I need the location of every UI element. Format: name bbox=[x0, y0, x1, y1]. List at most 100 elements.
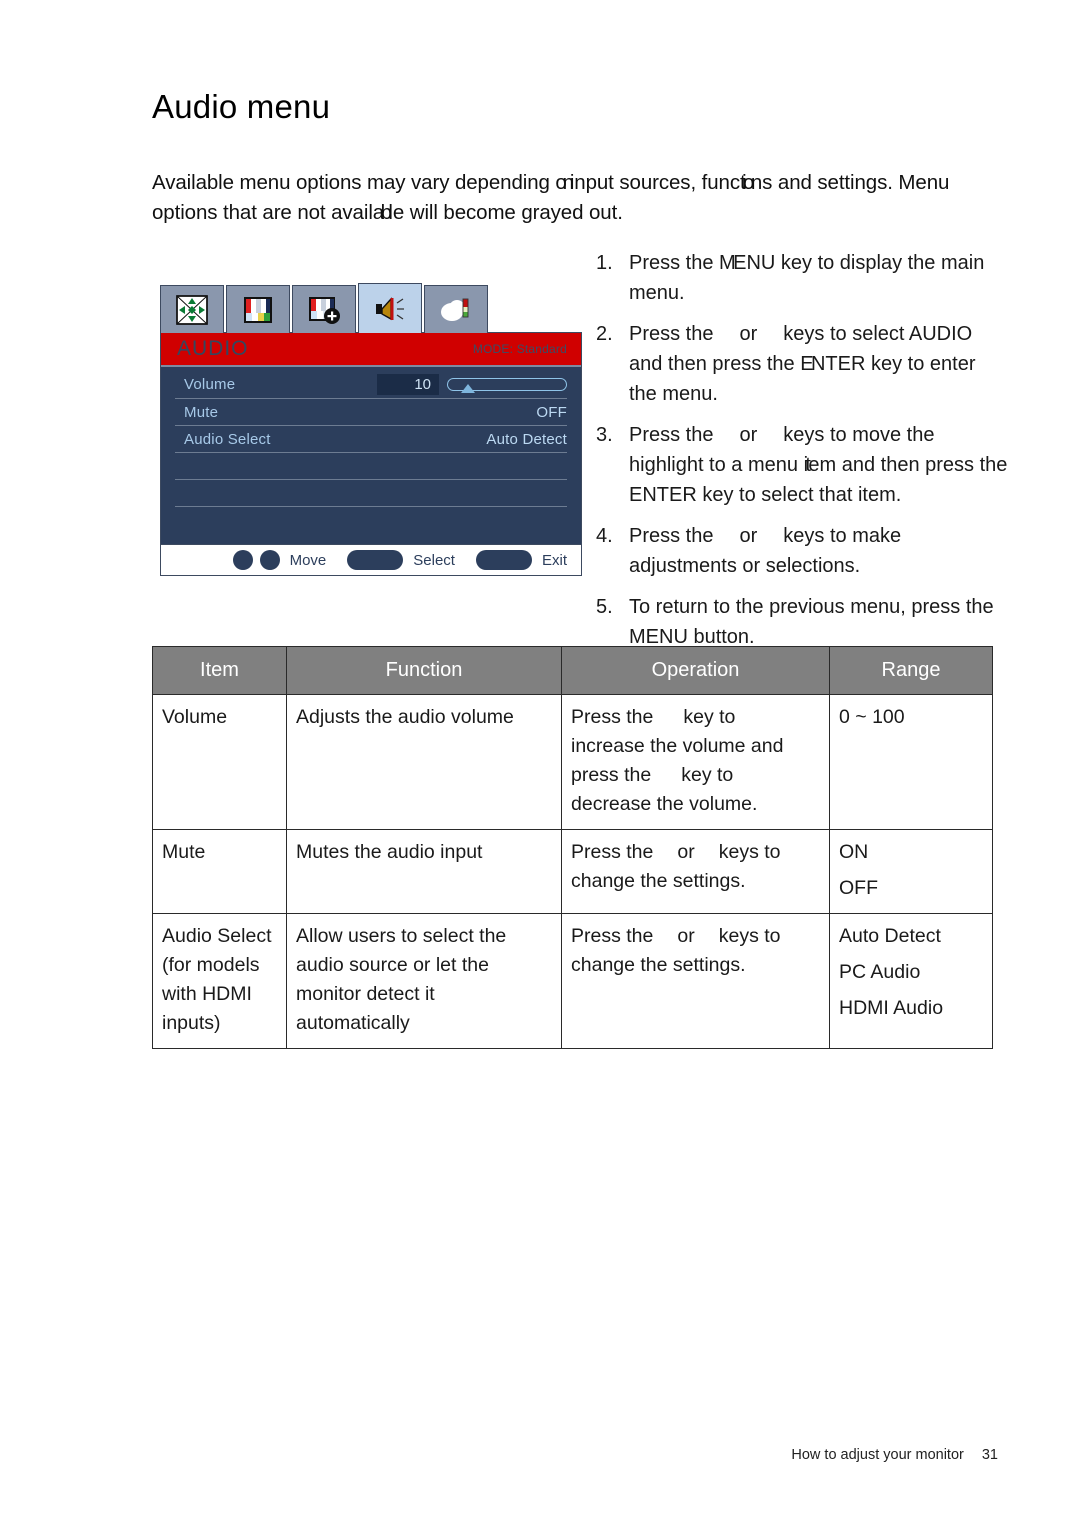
cell-operation-audio-select: Press the or keys to change the settings. bbox=[561, 913, 830, 1049]
page-footer: How to adjust your monitor 31 bbox=[0, 1447, 1080, 1463]
step-number: 5. bbox=[596, 596, 613, 618]
select-button-icon[interactable] bbox=[347, 550, 404, 570]
step-text-part: or bbox=[739, 323, 758, 345]
step-item: 5. To return to the previous menu, press… bbox=[596, 592, 1008, 652]
operation-text: press the bbox=[571, 764, 652, 786]
osd-row-empty bbox=[175, 480, 567, 507]
range-value: HDMI Audio bbox=[839, 997, 944, 1019]
cell-function-volume: Adjusts the audio volume bbox=[286, 694, 562, 830]
table-row: Audio Select (for models with HDMI input… bbox=[152, 913, 993, 1049]
intro-part-4: tio bbox=[739, 171, 754, 194]
step-number: 1. bbox=[596, 252, 613, 274]
intro-part-7: ab bbox=[372, 201, 392, 224]
cell-item-audio-select: Audio Select (for models with HDMI input… bbox=[152, 913, 287, 1049]
osd-item-list: Volume 10 Mute OFF Audio Select Auto Det… bbox=[161, 367, 581, 544]
operation-text: keys to bbox=[718, 841, 781, 863]
osd-tab-display[interactable] bbox=[160, 285, 224, 333]
step-item: 1. Press the MENU key to display the mai… bbox=[596, 248, 1008, 308]
step-text-part: or bbox=[739, 525, 758, 547]
range-value: OFF bbox=[839, 877, 878, 899]
step-text-part: E bbox=[800, 353, 813, 375]
cell-operation-volume: Press the key to increase the volume and … bbox=[561, 694, 830, 830]
osd-volume-control[interactable]: 10 bbox=[377, 374, 567, 395]
column-header-item: Item bbox=[152, 646, 287, 695]
intro-part-3: input sources, func bbox=[569, 171, 740, 194]
osd-label-mute: Mute bbox=[184, 403, 219, 421]
osd-tab-audio[interactable] bbox=[358, 283, 422, 333]
cell-item-mute: Mute bbox=[152, 829, 287, 914]
exit-button-icon[interactable] bbox=[475, 550, 532, 570]
page-title: Audio menu bbox=[152, 88, 331, 125]
intro-part-1: Available menu options may vary dependin… bbox=[152, 171, 556, 194]
step-text-part: or bbox=[739, 424, 758, 446]
step-text-part: Press the bbox=[629, 424, 714, 446]
operation-line: change the settings. bbox=[571, 954, 746, 976]
operation-line: Press the or keys to bbox=[571, 838, 821, 867]
step-text-part: Press the bbox=[629, 323, 714, 345]
osd-value-mute: OFF bbox=[536, 403, 567, 421]
osd-row-empty bbox=[175, 453, 567, 480]
step-text: Press the or keys to move the highlight to… bbox=[629, 420, 1008, 510]
step-text: Press the or keys to make adjustments or s… bbox=[629, 521, 1008, 581]
step-text: To return to the previous menu, press th… bbox=[629, 596, 994, 648]
operation-text: Press the bbox=[571, 841, 654, 863]
osd-row-audio-select[interactable]: Audio Select Auto Detect bbox=[175, 426, 567, 453]
osd-row-volume[interactable]: Volume 10 bbox=[175, 371, 567, 399]
item-line: inputs) bbox=[162, 1012, 221, 1034]
operation-line: press the key to bbox=[571, 761, 821, 790]
picture-advanced-icon bbox=[309, 296, 340, 324]
step-text-part: M bbox=[719, 252, 736, 274]
operation-text: or bbox=[677, 925, 695, 947]
slider-thumb-icon[interactable] bbox=[461, 384, 475, 393]
osd-tab-picture[interactable] bbox=[226, 285, 290, 333]
column-header-range: Range bbox=[829, 646, 993, 695]
operation-text: keys to bbox=[718, 925, 781, 947]
audio-icon bbox=[376, 296, 404, 320]
osd-footer-move-label: Move bbox=[289, 551, 327, 569]
osd-tab-picture-advanced[interactable] bbox=[292, 285, 356, 333]
item-line: with HDMI bbox=[162, 983, 252, 1005]
picture-icon bbox=[244, 296, 272, 323]
column-header-operation: Operation bbox=[561, 646, 830, 695]
cell-function-audio-select: Allow users to select the audio source o… bbox=[286, 913, 562, 1049]
step-number: 3. bbox=[596, 424, 613, 446]
table-header-row: Item Function Operation Range bbox=[152, 646, 993, 695]
cell-range-mute: ON OFF bbox=[829, 829, 993, 914]
footer-page-number: 31 bbox=[981, 1447, 998, 1463]
item-line: Audio Select bbox=[162, 925, 272, 947]
system-icon bbox=[441, 298, 469, 321]
operation-text: Press the bbox=[571, 925, 654, 947]
osd-volume-slider[interactable] bbox=[447, 378, 567, 393]
step-text-part: Press the bbox=[629, 252, 720, 274]
step-item: 2. Press the or keys to select AUDIO and t… bbox=[596, 319, 1008, 409]
osd-tab-system[interactable] bbox=[424, 285, 488, 333]
display-icon bbox=[176, 294, 208, 325]
step-number: 2. bbox=[596, 323, 613, 345]
range-value: ON bbox=[839, 841, 869, 863]
move-down-button-icon[interactable] bbox=[259, 550, 280, 570]
table-row: Volume Adjusts the audio volume Press th… bbox=[152, 694, 993, 830]
range-value: 0 ~ 100 bbox=[839, 706, 905, 728]
osd-value-audio-select: Auto Detect bbox=[486, 430, 567, 448]
osd-tab-bar bbox=[160, 281, 582, 333]
osd-row-mute[interactable]: Mute OFF bbox=[175, 399, 567, 426]
step-text-part: Press the bbox=[629, 525, 714, 547]
osd-header: AUDIO MODE: Standard bbox=[161, 333, 581, 367]
operation-line: decrease the volume. bbox=[571, 793, 758, 815]
table-body: Volume Adjusts the audio volume Press th… bbox=[152, 694, 993, 1049]
osd-row-empty bbox=[175, 507, 567, 534]
osd-footer-select-label: Select bbox=[413, 551, 455, 569]
range-value: Auto Detect bbox=[839, 925, 941, 947]
document-page: Audio menu Available menu options may va… bbox=[0, 0, 1080, 1527]
move-up-button-icon[interactable] bbox=[232, 550, 253, 570]
intro-part-6: options that are not avail bbox=[152, 201, 373, 224]
operation-line: Press the or keys to bbox=[571, 922, 821, 951]
table-row: Mute Mutes the audio input Press the or ke… bbox=[152, 829, 993, 914]
operation-text: key to bbox=[683, 706, 736, 728]
osd-label-audio-select: Audio Select bbox=[184, 430, 271, 448]
osd-menu-title: AUDIO bbox=[177, 337, 249, 360]
audio-menu-table: Item Function Operation Range Volume Adj… bbox=[152, 646, 993, 1049]
osd-figure: AUDIO MODE: Standard Volume 10 Mute OFF bbox=[160, 281, 582, 576]
